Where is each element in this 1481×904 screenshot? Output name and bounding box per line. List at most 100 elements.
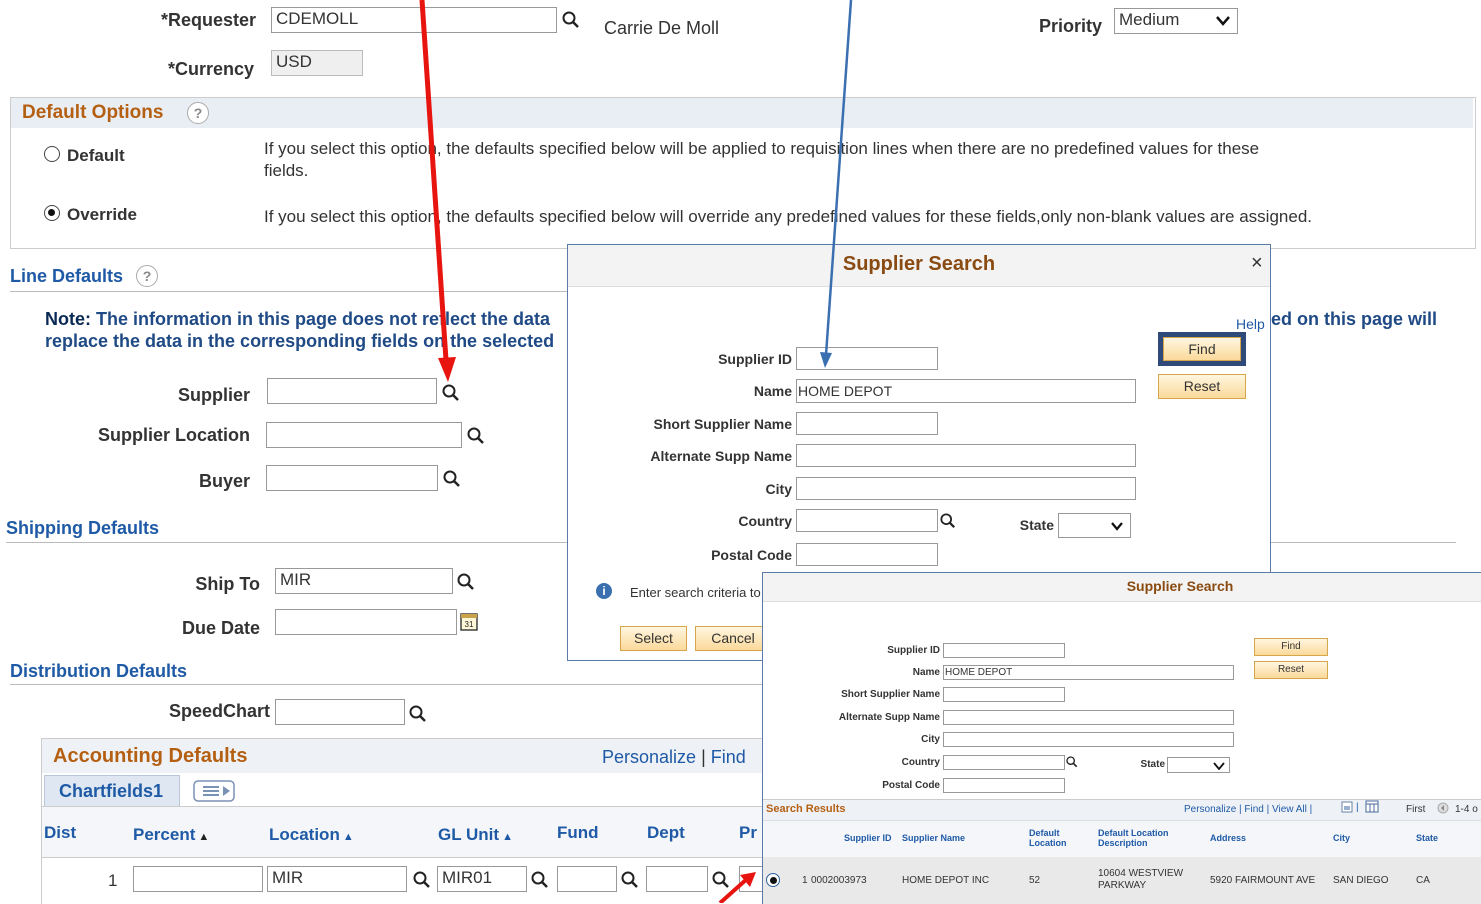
col-default-location[interactable]: Default Location xyxy=(1029,828,1079,848)
find-button[interactable]: Find xyxy=(1254,638,1328,656)
country-lookup-icon[interactable] xyxy=(940,513,956,529)
find-link[interactable]: Find xyxy=(711,747,746,767)
country-label: Country xyxy=(738,513,792,529)
supplier-location-lookup-icon[interactable] xyxy=(467,427,485,445)
results-nav[interactable]: Personalize | Find | View All | xyxy=(1184,804,1312,815)
supplier-input[interactable] xyxy=(267,378,437,404)
supplier-lookup-icon[interactable] xyxy=(442,384,460,402)
help-icon[interactable]: ? xyxy=(136,265,158,287)
note-text: The information in this page does not re… xyxy=(96,309,551,329)
alternate-supp-name-input[interactable] xyxy=(796,444,1136,467)
priority-select[interactable]: Medium xyxy=(1114,8,1238,34)
country-input[interactable] xyxy=(796,509,938,532)
short-supplier-name-input[interactable] xyxy=(943,687,1065,702)
state-select[interactable] xyxy=(1167,757,1230,773)
first-link[interactable]: First xyxy=(1406,804,1425,815)
show-all-columns-icon[interactable] xyxy=(193,780,235,802)
alternate-supp-name-input[interactable] xyxy=(943,710,1234,725)
select-button[interactable]: Select xyxy=(620,626,687,651)
dept-lookup-icon[interactable] xyxy=(712,871,730,889)
city-input[interactable] xyxy=(796,477,1136,500)
buyer-input[interactable] xyxy=(266,465,438,491)
country-lookup-icon[interactable] xyxy=(1066,756,1078,768)
col-address[interactable]: Address xyxy=(1210,833,1246,843)
city-input[interactable] xyxy=(943,732,1234,747)
tab-chartfields1[interactable]: Chartfields1 xyxy=(44,775,180,806)
separator: | xyxy=(1356,802,1359,813)
result-supplier-id: 0002003973 xyxy=(811,875,867,886)
col-percent-label: Percent xyxy=(133,825,196,844)
supplier-search-results-dialog: Supplier Search Supplier ID Name HOME DE… xyxy=(762,572,1481,904)
default-radio[interactable] xyxy=(44,146,60,162)
row-dept-input[interactable] xyxy=(646,866,708,892)
col-city[interactable]: City xyxy=(1333,833,1350,843)
speedchart-lookup-icon[interactable] xyxy=(409,705,427,723)
country-input[interactable] xyxy=(943,755,1065,770)
due-date-input[interactable] xyxy=(275,609,457,635)
short-supplier-name-input[interactable] xyxy=(796,412,938,435)
reset-button[interactable]: Reset xyxy=(1158,374,1246,399)
row-percent-input[interactable] xyxy=(133,866,263,892)
help-icon[interactable]: ? xyxy=(187,102,209,124)
result-supplier-name: HOME DEPOT INC xyxy=(902,875,990,886)
speedchart-input[interactable] xyxy=(275,699,405,725)
line-defaults-title: Line Defaults xyxy=(10,266,124,286)
location-lookup-icon[interactable] xyxy=(413,871,431,889)
supplier-id-input[interactable] xyxy=(943,643,1065,658)
ship-to-input[interactable]: MIR xyxy=(275,568,453,594)
col-fund[interactable]: Fund xyxy=(557,823,599,843)
col-location[interactable]: Location ▲ xyxy=(269,825,354,845)
cancel-button[interactable]: Cancel xyxy=(695,626,771,651)
result-select-radio[interactable] xyxy=(766,873,780,887)
gl-unit-lookup-icon[interactable] xyxy=(531,871,549,889)
row-location-input[interactable]: MIR xyxy=(267,866,407,892)
speedchart-label: SpeedChart xyxy=(168,701,270,721)
postal-code-input[interactable] xyxy=(796,543,938,566)
fund-lookup-icon[interactable] xyxy=(621,871,639,889)
download-icon[interactable] xyxy=(1365,800,1379,813)
personalize-link[interactable]: Personalize xyxy=(602,747,696,767)
find-button[interactable]: Find xyxy=(1163,337,1241,361)
sort-asc-icon: ▲ xyxy=(339,831,354,843)
supplier-id-input[interactable] xyxy=(796,347,938,370)
currency-label: *Currency xyxy=(167,59,254,79)
dialog-title: Supplier Search xyxy=(842,253,996,275)
zoom-icon[interactable] xyxy=(1341,801,1353,813)
name-input[interactable]: HOME DEPOT xyxy=(796,379,1136,403)
col-supplier-name[interactable]: Supplier Name xyxy=(902,833,965,843)
calendar-icon[interactable]: 31 xyxy=(460,611,478,631)
results-range: 1-4 o xyxy=(1455,804,1478,815)
help-link[interactable]: Help xyxy=(1236,316,1265,332)
requester-input[interactable]: CDEMOLL xyxy=(271,7,557,33)
supplier-location-input[interactable] xyxy=(266,422,462,448)
col-dept[interactable]: Dept xyxy=(647,823,685,843)
result-state: CA xyxy=(1416,875,1430,886)
requester-lookup-icon[interactable] xyxy=(562,11,580,29)
result-address: 5920 FAIRMOUNT AVE xyxy=(1210,875,1316,886)
override-radio[interactable] xyxy=(44,205,60,221)
short-supplier-name-label: Short Supplier Name xyxy=(841,689,940,700)
row-fund-input[interactable] xyxy=(557,866,617,892)
reset-button[interactable]: Reset xyxy=(1254,661,1328,679)
previous-icon[interactable] xyxy=(1437,802,1449,814)
note-line-1-tail: ed on this page will xyxy=(1271,309,1438,329)
col-default-location-description[interactable]: Default Location Description xyxy=(1098,828,1188,848)
row-dist: 1 xyxy=(108,871,118,890)
red-arrow-head xyxy=(438,357,456,382)
state-label: State xyxy=(1019,517,1054,533)
short-supplier-name-label: Short Supplier Name xyxy=(653,416,792,432)
close-icon[interactable]: × xyxy=(1251,252,1263,275)
priority-value: Medium xyxy=(1119,10,1180,29)
postal-code-input[interactable] xyxy=(943,778,1065,793)
col-gl-unit[interactable]: GL Unit ▲ xyxy=(438,825,513,845)
col-state[interactable]: State xyxy=(1416,833,1438,843)
col-product[interactable]: Pr xyxy=(739,823,757,843)
col-supplier-id[interactable]: Supplier ID xyxy=(844,833,892,843)
buyer-lookup-icon[interactable] xyxy=(443,470,461,488)
state-select[interactable] xyxy=(1058,513,1131,538)
ship-to-lookup-icon[interactable] xyxy=(457,573,475,591)
col-percent[interactable]: Percent ▲ xyxy=(133,825,209,845)
name-input[interactable]: HOME DEPOT xyxy=(943,665,1234,680)
sort-asc-icon: ▲ xyxy=(499,831,514,843)
row-gl-unit-input[interactable]: MIR01 xyxy=(437,866,527,892)
